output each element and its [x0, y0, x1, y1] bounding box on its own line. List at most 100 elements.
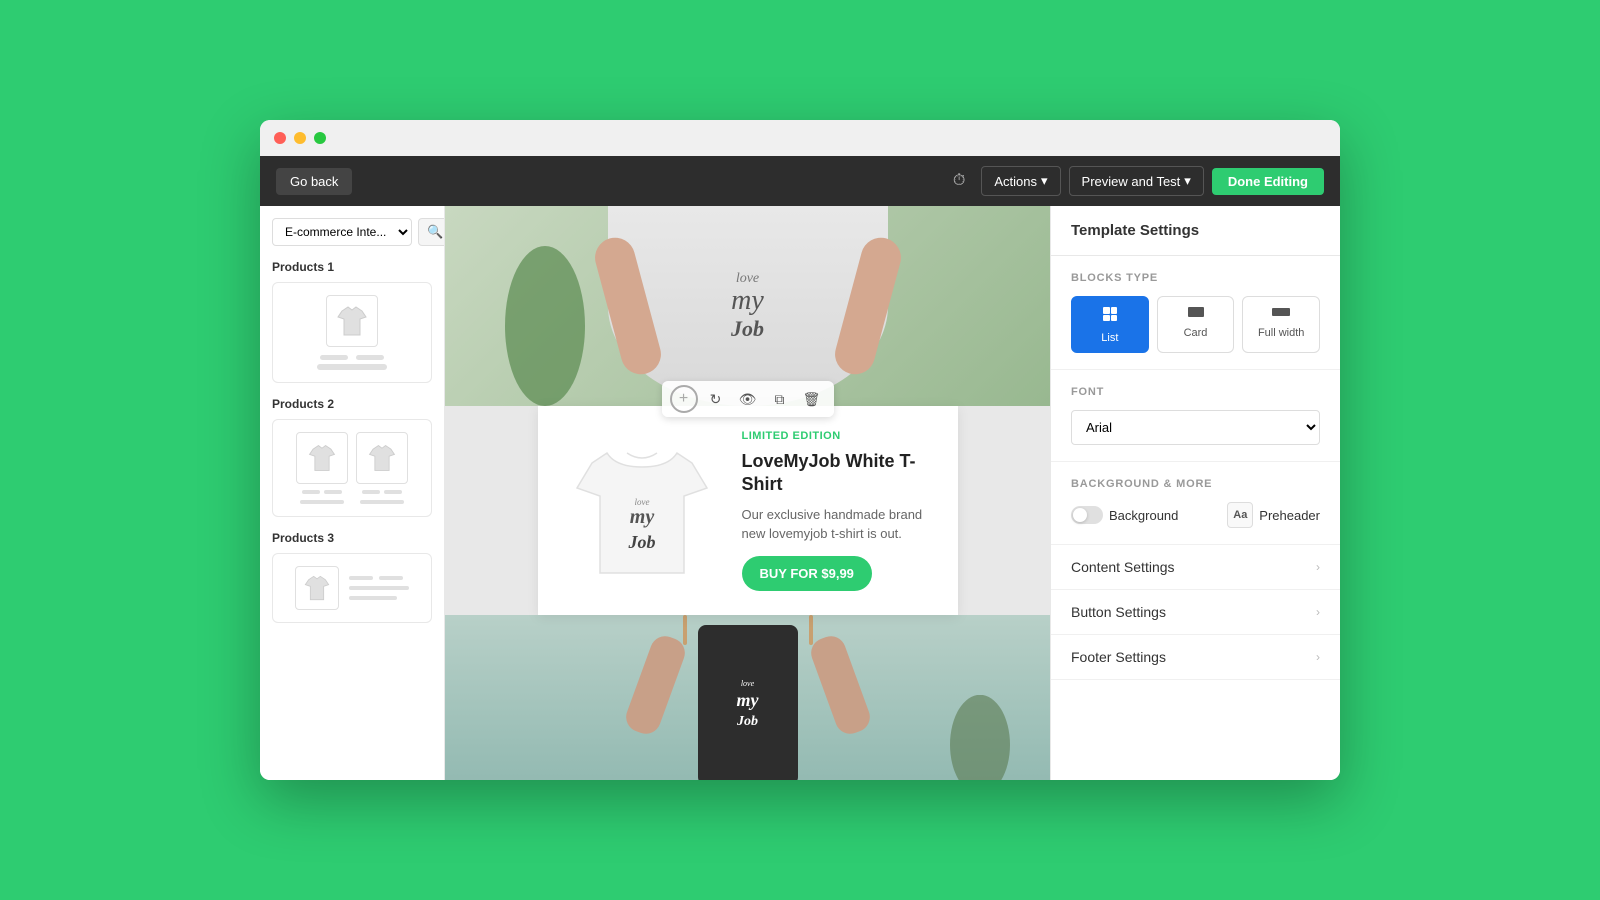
torso-shape: love my Job [608, 206, 888, 406]
search-button[interactable]: 🔍 [418, 218, 445, 246]
black-shirt-text: love my Job [737, 679, 759, 731]
preheader-label: Preheader [1259, 508, 1320, 523]
shirt-thumb-icon-2b [366, 442, 398, 474]
fullwidth-icon [1272, 305, 1290, 323]
shirt-text-top: love my Job [731, 271, 764, 341]
app-container: Go back ⏱ Actions ▾ Preview and Test ▾ D… [260, 156, 1340, 780]
template-settings-title: Template Settings [1071, 222, 1320, 239]
blocks-type-section: BLOCKS TYPE List [1051, 256, 1340, 370]
footer-settings-item[interactable]: Footer Settings › [1051, 635, 1340, 680]
preheader-toggle[interactable]: Aa Preheader [1227, 502, 1320, 528]
product-tag: LIMITED EDITION [742, 430, 934, 442]
bg-row: Background Aa Preheader [1071, 502, 1320, 528]
product-lines-1 [285, 355, 419, 370]
delete-button[interactable]: 🗑 [798, 385, 826, 413]
center-canvas: love my Job + [445, 206, 1050, 780]
product-card-3[interactable] [272, 553, 432, 623]
svg-text:Job: Job [627, 532, 655, 552]
preview-button[interactable]: Preview and Test ▾ [1069, 166, 1204, 196]
product-card-2-inner [296, 432, 408, 504]
font-select[interactable]: Arial Georgia Helvetica Times New Roman … [1071, 410, 1320, 445]
canvas-top-image: love my Job [445, 206, 1050, 406]
block-type-list-button[interactable]: List [1071, 296, 1149, 353]
product3-inner [295, 566, 409, 610]
eye-button[interactable]: 👁 [734, 385, 762, 413]
background-toggle-label: Background [1109, 508, 1178, 523]
product-group-3: Products 3 [272, 531, 432, 623]
main-content: E-commerce Inte... 🔍 Products 1 [260, 206, 1340, 780]
font-section: FONT Arial Georgia Helvetica Times New R… [1051, 370, 1340, 462]
block-type-fullwidth-button[interactable]: Full width [1242, 296, 1320, 353]
rotate-button[interactable]: ↻ [702, 385, 730, 413]
content-settings-label: Content Settings [1071, 559, 1175, 575]
preview-chevron-icon: ▾ [1184, 173, 1191, 189]
footer-settings-label: Footer Settings [1071, 649, 1166, 665]
topbar: Go back ⏱ Actions ▾ Preview and Test ▾ D… [260, 156, 1340, 206]
content-settings-chevron-icon: › [1316, 560, 1320, 574]
block-type-card-button[interactable]: Card [1157, 296, 1235, 353]
list-label: List [1101, 332, 1118, 344]
raised-arm-right [806, 632, 873, 738]
eye-icon: 👁 [739, 391, 757, 408]
canvas-overlay-toolbar: + ↻ 👁 ⧉ 🗑 [662, 381, 834, 417]
close-dot[interactable] [274, 132, 286, 144]
shirt-thumb-icon-2a [306, 442, 338, 474]
product-group-3-title: Products 3 [272, 531, 432, 545]
actions-chevron-icon: ▾ [1041, 173, 1048, 189]
sidebar-header: E-commerce Inte... 🔍 [272, 218, 432, 246]
add-block-button[interactable]: + [670, 385, 698, 413]
product-group-1: Products 1 [272, 260, 432, 383]
product-group-2: Products 2 [272, 397, 432, 517]
fullwidth-label: Full width [1258, 327, 1304, 339]
background-toggle[interactable]: Background [1071, 506, 1178, 524]
footer-settings-chevron-icon: › [1316, 650, 1320, 664]
product-image-container: love my Job [562, 430, 722, 590]
raised-arm-left [621, 632, 688, 738]
product-info: LIMITED EDITION LoveMyJob White T-Shirt … [742, 430, 934, 591]
product-thumb-2b [356, 432, 408, 484]
copy-button[interactable]: ⧉ [766, 385, 794, 413]
right-sidebar: Template Settings BLOCKS TYPE [1050, 206, 1340, 780]
button-settings-label: Button Settings [1071, 604, 1166, 620]
category-dropdown[interactable]: E-commerce Inte... [272, 218, 412, 246]
product-group-2-title: Products 2 [272, 397, 432, 411]
delete-icon: 🗑 [803, 391, 821, 408]
product-tshirt-svg: love my Job [572, 433, 712, 588]
button-settings-chevron-icon: › [1316, 605, 1320, 619]
product-thumb-2a [296, 432, 348, 484]
blocks-type-row: List Card [1071, 296, 1320, 353]
shirt-thumb-icon-1 [334, 303, 370, 339]
bottom-person: love my Job [638, 615, 858, 780]
go-back-button[interactable]: Go back [276, 168, 352, 195]
button-settings-item[interactable]: Button Settings › [1051, 590, 1340, 635]
topbar-actions: ⏱ Actions ▾ Preview and Test ▾ Done Edit… [945, 166, 1324, 196]
toggle-circle [1071, 506, 1103, 524]
product-group-1-title: Products 1 [272, 260, 432, 274]
product-thumb-1 [326, 295, 378, 347]
actions-button[interactable]: Actions ▾ [981, 166, 1060, 196]
fullscreen-dot[interactable] [314, 132, 326, 144]
card-label: Card [1184, 327, 1208, 339]
rotate-icon: ↻ [710, 391, 722, 408]
product-card-1[interactable] [272, 282, 432, 383]
content-settings-item[interactable]: Content Settings › [1051, 545, 1340, 590]
minimize-dot[interactable] [294, 132, 306, 144]
done-editing-button[interactable]: Done Editing [1212, 168, 1324, 195]
browser-chrome [260, 120, 1340, 156]
copy-icon: ⧉ [775, 391, 785, 408]
product-block: love my Job LIMITED EDITION LoveMyJob Wh… [538, 406, 958, 615]
list-icon [1101, 305, 1119, 328]
buy-button[interactable]: BUY FOR $9,99 [742, 556, 872, 591]
bottom-plant [950, 695, 1010, 780]
svg-text:my: my [629, 506, 654, 528]
black-shirt: love my Job [698, 625, 798, 780]
card-icon [1187, 305, 1205, 323]
left-sidebar: E-commerce Inte... 🔍 Products 1 [260, 206, 445, 780]
template-settings-header: Template Settings [1051, 206, 1340, 256]
history-icon: ⏱ [953, 172, 965, 189]
rope-left [683, 615, 687, 645]
product-card-2[interactable] [272, 419, 432, 517]
history-button[interactable]: ⏱ [945, 166, 973, 196]
product-title: LoveMyJob White T-Shirt [742, 450, 934, 497]
preview-label: Preview and Test [1082, 174, 1181, 189]
